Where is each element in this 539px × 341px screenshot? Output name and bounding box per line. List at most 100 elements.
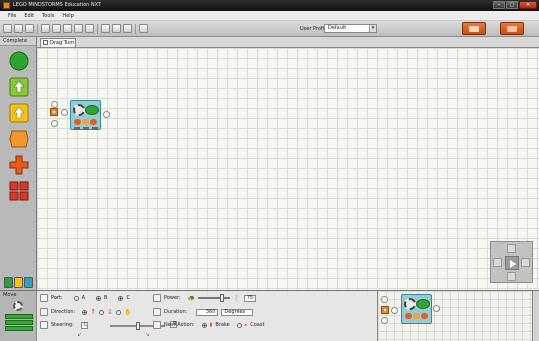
robot-icon: [469, 26, 479, 32]
navigation-pad[interactable]: [490, 241, 533, 283]
direction-backward-radio[interactable]: [99, 309, 105, 315]
controller-play-icon[interactable]: [505, 256, 519, 270]
brake-icon: ▮: [209, 322, 213, 328]
move-block[interactable]: [70, 100, 101, 130]
motor-wheel-icon: [416, 299, 430, 309]
close-button[interactable]: ✕: [519, 1, 537, 9]
program-preview[interactable]: [377, 291, 532, 341]
cut-icon[interactable]: [41, 24, 50, 33]
profile-select[interactable]: Default ▾: [324, 24, 377, 33]
menu-file[interactable]: File: [8, 13, 16, 19]
scroll-down-icon[interactable]: [507, 272, 516, 281]
menu-help[interactable]: Help: [62, 13, 73, 19]
help-pointer-button[interactable]: [500, 22, 524, 35]
power-icon: [421, 313, 428, 319]
sequence-beam-dot[interactable]: [51, 101, 58, 108]
port-row-c: [5, 326, 33, 331]
steering-slider-thumb[interactable]: [136, 322, 140, 330]
pointer-icon[interactable]: [101, 24, 110, 33]
data-port[interactable]: [74, 127, 80, 130]
create-myblock-icon[interactable]: [139, 24, 148, 33]
menu-tools[interactable]: Tools: [42, 13, 54, 19]
gear-icon: [73, 104, 85, 116]
custom-palette-tab[interactable]: [24, 277, 33, 288]
palette-loop-block[interactable]: [9, 129, 29, 149]
tab-drag-turn[interactable]: Drag Turn: [40, 38, 76, 47]
direction-setting: Direction: ↑ ↓ ✋: [40, 308, 132, 316]
maximize-button[interactable]: □: [506, 1, 518, 9]
tab-label: Drag Turn: [50, 40, 75, 46]
port-c-checkbox[interactable]: [118, 295, 124, 301]
robo-center-button[interactable]: [462, 22, 486, 35]
port-row-b: [5, 320, 33, 325]
palette-custom-block[interactable]: [9, 181, 29, 201]
minimize-button[interactable]: –: [493, 1, 505, 9]
start-point-icon[interactable]: [50, 108, 58, 116]
palette-move-block[interactable]: [9, 51, 29, 71]
port-b-icon: [405, 313, 412, 319]
steering-label: Steering:: [51, 322, 74, 328]
duration-unit-select[interactable]: Degrees: [221, 308, 254, 316]
power-input[interactable]: 75: [243, 294, 256, 302]
next-action-setting: Next Action: ▮ Brake ▸ Coast: [153, 321, 264, 329]
save-icon[interactable]: [25, 24, 34, 33]
duration-label: Duration:: [164, 309, 188, 315]
data-port[interactable]: [92, 127, 98, 130]
common-palette-tab[interactable]: [4, 277, 13, 288]
menu-edit[interactable]: Edit: [24, 13, 34, 19]
sequence-beam-dot[interactable]: [103, 111, 110, 118]
new-file-icon[interactable]: [3, 24, 12, 33]
complete-palette-tab[interactable]: [14, 277, 23, 288]
paste-icon[interactable]: [63, 24, 72, 33]
arrow-icon: [507, 26, 517, 32]
open-file-icon[interactable]: [14, 24, 23, 33]
next-action-label: Next Action:: [164, 322, 195, 328]
port-a-checkbox[interactable]: [73, 295, 79, 301]
help-scroll-strip[interactable]: [532, 291, 539, 341]
steering-arrows: ↙ ↘: [77, 331, 150, 338]
sequence-beam-dot[interactable]: [61, 109, 68, 116]
steering-left-port: C: [80, 321, 89, 329]
data-port[interactable]: [83, 127, 89, 130]
copy-icon[interactable]: [52, 24, 61, 33]
move-block-preview: [401, 294, 432, 324]
palette-switch-block[interactable]: [9, 155, 29, 175]
scroll-up-icon[interactable]: [507, 244, 516, 253]
scroll-left-icon[interactable]: [493, 258, 502, 267]
port-b-checkbox[interactable]: [96, 295, 102, 301]
power-slider[interactable]: [198, 294, 231, 302]
close-tab-icon[interactable]: [43, 40, 48, 45]
brake-label: Brake: [215, 322, 230, 328]
palette-tabs: [4, 277, 33, 288]
motor-wheel-icon: [85, 105, 99, 115]
chevron-down-icon[interactable]: ▾: [369, 25, 376, 32]
direction-stop-radio[interactable]: [116, 309, 122, 315]
sequence-beam-dot: [381, 296, 388, 303]
brake-radio[interactable]: [201, 322, 207, 328]
coast-radio[interactable]: [236, 322, 242, 328]
scroll-right-icon[interactable]: [521, 258, 530, 267]
pan-icon[interactable]: [112, 24, 121, 33]
port-row-a: [5, 314, 33, 319]
profile-value: Default: [328, 25, 347, 31]
direction-forward-radio[interactable]: [82, 309, 88, 315]
comment-icon[interactable]: [123, 24, 132, 33]
duration-input[interactable]: 360: [196, 308, 219, 316]
direction-label: Direction:: [51, 309, 76, 315]
config-settings: Port: A B C Direction: ↑ ↓ ✋ Steering: C…: [37, 291, 377, 341]
palette-wait-block[interactable]: [9, 103, 29, 123]
power-slider-thumb[interactable]: [220, 294, 225, 302]
program-canvas[interactable]: [37, 47, 539, 290]
toolbar: User Profile: Default ▾: [0, 21, 539, 37]
palette-record-play-block[interactable]: [9, 77, 29, 97]
coast-label: Coast: [250, 322, 265, 328]
undo-icon[interactable]: [74, 24, 83, 33]
fast-icon: 🐇: [233, 294, 241, 302]
sequence-beam-dot: [433, 305, 440, 312]
redo-icon[interactable]: [85, 24, 94, 33]
window-controls: – □ ✕: [493, 1, 537, 9]
sequence-beam-dot[interactable]: [51, 120, 58, 127]
port-icon: [40, 294, 48, 302]
direction-icon: [82, 119, 89, 125]
menu-bar: File Edit Tools Help: [0, 11, 539, 21]
